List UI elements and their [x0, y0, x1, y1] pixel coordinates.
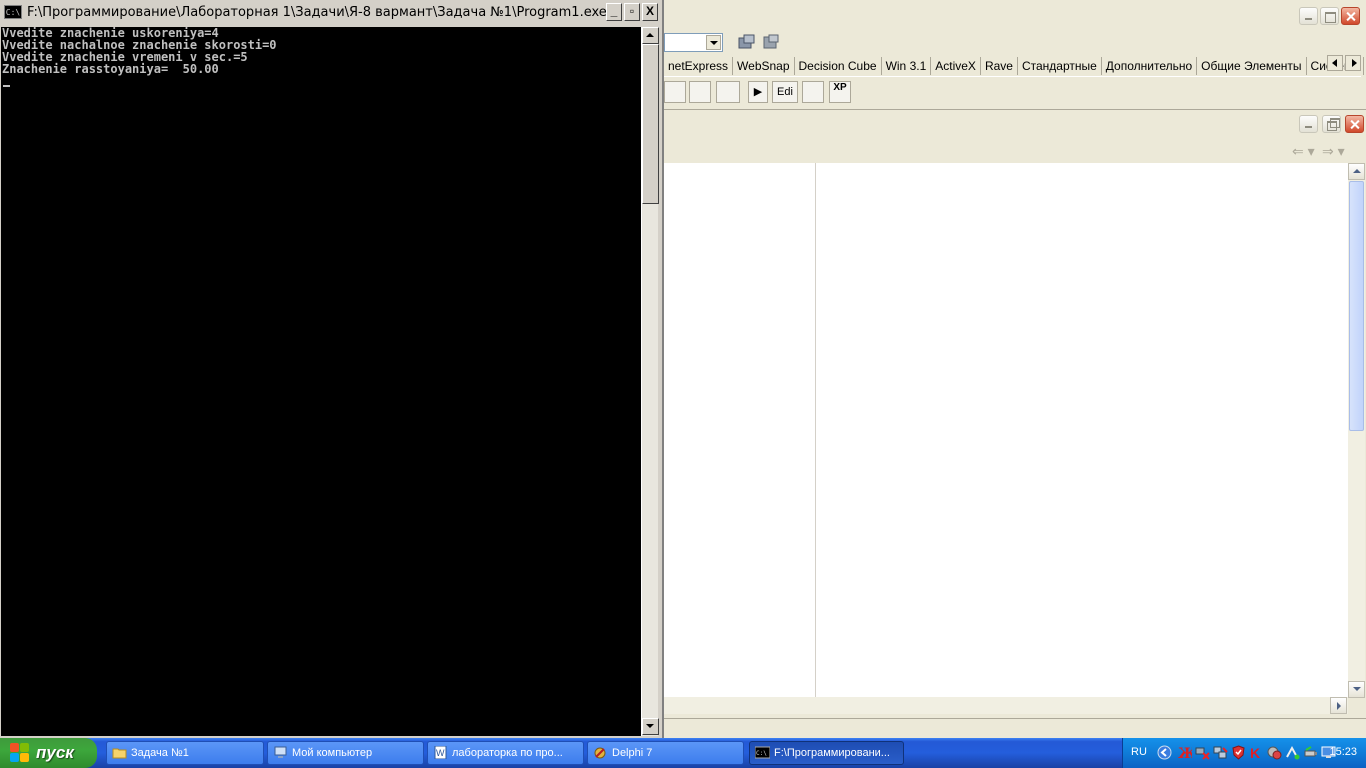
save-icon[interactable]: [761, 33, 781, 51]
start-button[interactable]: пуск: [0, 738, 97, 768]
back-arrow-icon[interactable]: ⇐ ▾: [1292, 143, 1316, 160]
editor-minimize-button[interactable]: [1299, 115, 1318, 133]
palette-scroll-right-button[interactable]: [1345, 55, 1361, 71]
component-xp-manifest-button[interactable]: XP: [829, 81, 851, 103]
console-line: Znachenie rasstoyaniya= 50.00: [2, 62, 219, 76]
taskbar-item-my-computer[interactable]: Мой компьютер: [267, 741, 424, 765]
palette-tab[interactable]: WebSnap: [733, 57, 795, 75]
scroll-up-button[interactable]: [1348, 163, 1365, 180]
folder-icon: [112, 748, 127, 759]
component-edit-button[interactable]: Edi: [772, 81, 798, 103]
ide-close-button[interactable]: [1341, 7, 1360, 25]
code-editor-pane[interactable]: [816, 163, 1348, 698]
taskbar-item-console[interactable]: C:\ F:\Программировани...: [749, 741, 904, 765]
taskbar: пуск Задача №1 Мой компьютер W лаборатор…: [0, 738, 1366, 768]
kaspersky-icon[interactable]: K: [1249, 745, 1264, 760]
component-palette-tabs: netExpress WebSnap Decision Cube Win 3.1 Act…: [664, 57, 1364, 75]
forward-arrow-icon[interactable]: ⇒ ▾: [1322, 143, 1346, 160]
system-tray: RU Ж K 15:23: [1122, 738, 1366, 768]
console-restore-button[interactable]: ▫: [624, 3, 640, 21]
palette-tab[interactable]: netExpress: [664, 57, 734, 75]
console-output[interactable]: Vvedite znachenie uskoreniya=4 Vvedite na…: [1, 27, 641, 736]
start-label: пуск: [36, 743, 74, 762]
palette-tab[interactable]: Decision Cube: [795, 57, 882, 75]
ide-toolbar-combo[interactable]: [664, 33, 723, 52]
code-explorer-pane[interactable]: [664, 163, 816, 698]
console-title-bar[interactable]: C:\ F:\Программирование\Лабораторная 1\З…: [0, 0, 662, 25]
palette-tab[interactable]: Rave: [981, 57, 1018, 75]
editor-horizontal-scrollbar[interactable]: [664, 697, 1348, 714]
computer-icon: [274, 746, 287, 758]
component-button-6[interactable]: [802, 81, 824, 103]
windows-logo-icon: [10, 743, 30, 763]
network-icon[interactable]: [1213, 745, 1228, 760]
shield-icon[interactable]: [1231, 745, 1246, 760]
editor-status-bar: [664, 718, 1366, 738]
console-scroll-thumb[interactable]: [642, 44, 659, 204]
editor-vertical-scrollbar[interactable]: [1348, 163, 1365, 698]
console-minimize-button[interactable]: _: [606, 3, 622, 21]
component-button-1[interactable]: [664, 81, 686, 103]
usb-icon[interactable]: [1303, 745, 1318, 760]
palette-scroll-buttons: [1327, 55, 1361, 71]
editor-window-buttons: [1299, 115, 1364, 133]
open-project-icon[interactable]: [737, 33, 757, 51]
component-palette: ▶ Edi XP: [664, 76, 1361, 106]
ide-maximize-button[interactable]: [1320, 7, 1339, 25]
svg-text:C:\: C:\: [756, 750, 767, 757]
taskbar-item-label: лабораторка по про...: [452, 747, 563, 759]
taskbar-item-label: Задача №1: [131, 747, 189, 759]
palette-tab[interactable]: Стандартные: [1018, 57, 1102, 75]
security-icon[interactable]: [1267, 745, 1282, 760]
console-window-buttons: _ ▫ X: [606, 3, 658, 21]
component-button-4[interactable]: ▶: [748, 81, 768, 103]
taskbar-item-label: Delphi 7: [612, 747, 653, 759]
network-disconnected-icon[interactable]: [1195, 745, 1210, 760]
console-window: C:\ F:\Программирование\Лабораторная 1\З…: [0, 0, 664, 738]
console-cursor: [3, 85, 10, 87]
taskbar-item-delphi[interactable]: Delphi 7: [587, 741, 744, 765]
palette-tab[interactable]: Общие Элементы: [1197, 57, 1307, 75]
svg-text:W: W: [436, 748, 445, 758]
scroll-right-button[interactable]: [1330, 697, 1347, 714]
clock[interactable]: 15:23: [1329, 746, 1357, 758]
palette-scroll-left-button[interactable]: [1327, 55, 1343, 71]
editor-navigation: ⇐ ▾ ⇒ ▾: [1292, 143, 1346, 160]
connection-icon[interactable]: [1285, 745, 1300, 760]
taskbar-item-label: F:\Программировани...: [774, 747, 890, 759]
show-hidden-icon[interactable]: [1157, 745, 1172, 760]
taskbar-item-folder[interactable]: Задача №1: [106, 741, 264, 765]
editor-restore-button[interactable]: [1322, 115, 1341, 133]
component-button-3[interactable]: [716, 81, 740, 103]
console-icon: C:\: [755, 746, 770, 759]
component-button-2[interactable]: [689, 81, 711, 103]
antivirus-icon[interactable]: Ж: [1177, 745, 1192, 760]
console-close-button[interactable]: X: [642, 3, 658, 21]
taskbar-item-label: Мой компьютер: [292, 747, 373, 759]
palette-tab[interactable]: Дополнительно: [1102, 57, 1198, 75]
ide-minimize-button[interactable]: [1299, 7, 1318, 25]
editor-close-button[interactable]: [1345, 115, 1364, 133]
svg-text:Ж: Ж: [1178, 746, 1192, 760]
language-indicator[interactable]: RU: [1131, 746, 1147, 758]
console-scroll-down-button[interactable]: [642, 718, 659, 735]
delphi-icon: [594, 747, 606, 759]
scroll-down-button[interactable]: [1348, 681, 1365, 698]
scroll-thumb[interactable]: [1349, 181, 1364, 431]
palette-tab[interactable]: ActiveX: [931, 57, 981, 75]
word-document-icon: W: [434, 746, 447, 759]
console-icon[interactable]: C:\: [4, 5, 22, 19]
taskbar-item-word-document[interactable]: W лабораторка по про...: [427, 741, 584, 765]
console-vertical-scrollbar[interactable]: [641, 27, 659, 736]
palette-tab[interactable]: Win 3.1: [882, 57, 932, 75]
svg-text:K: K: [1250, 745, 1260, 760]
ide-window-buttons: [1299, 7, 1360, 25]
console-window-title: F:\Программирование\Лабораторная 1\Задач…: [27, 5, 607, 20]
console-scroll-up-button[interactable]: [642, 27, 659, 44]
chevron-down-icon[interactable]: [706, 35, 721, 50]
